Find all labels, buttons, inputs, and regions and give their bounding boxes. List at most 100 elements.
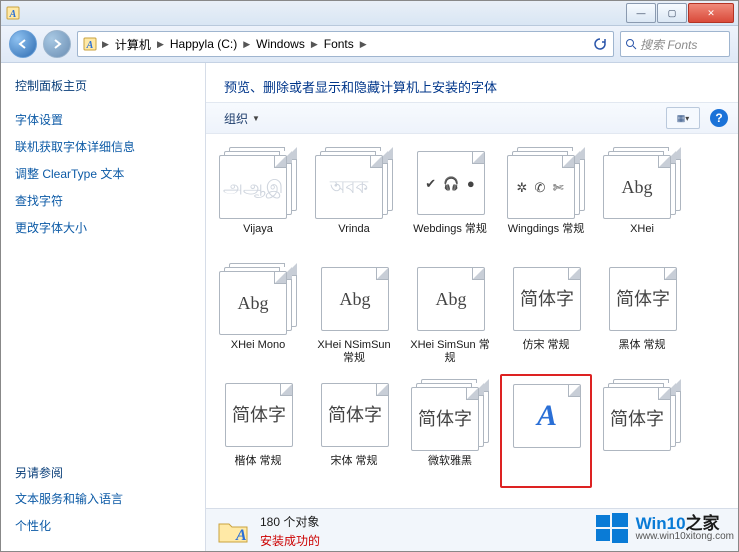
font-preview: 简体字 [520, 290, 574, 308]
font-name-label: 宋体 常规 [330, 455, 377, 481]
sidebar: 控制面板主页 字体设置 联机获取字体详细信息 调整 ClearType 文本 查… [1, 63, 206, 552]
font-thumbnail: ✲ ✆ ✄ [507, 147, 585, 219]
font-name-label: Webdings 常规 [413, 223, 487, 249]
watermark-brand: Win10之家 [636, 515, 734, 532]
font-item[interactable]: 简体字仿宋 常规 [500, 258, 592, 370]
font-thumbnail: 简体字 [603, 263, 681, 335]
breadcrumb-segment[interactable]: Fonts [320, 34, 358, 54]
font-preview: 简体字 [418, 410, 472, 428]
organize-button[interactable]: 组织 ▼ [216, 107, 268, 130]
font-item[interactable]: 简体字楷体 常规 [212, 374, 304, 488]
font-name-label: 仿宋 常规 [522, 339, 569, 365]
object-count-label: 180 个对象 [260, 513, 320, 530]
chevron-right-icon[interactable]: ▶ [102, 39, 109, 50]
main-content: 预览、删除或者显示和隐藏计算机上安装的字体 组织 ▼ ▦ ▾ ? அஆஇ Vija… [206, 63, 738, 552]
refresh-icon [593, 37, 607, 51]
toolbar: 组织 ▼ ▦ ▾ ? [206, 102, 738, 134]
fonts-icon: A [80, 34, 100, 54]
control-panel-home-link[interactable]: 控制面板主页 [15, 77, 191, 94]
breadcrumb-segment[interactable]: Windows [252, 34, 309, 54]
minimize-button[interactable]: — [626, 3, 656, 23]
font-thumbnail: Abg [219, 263, 297, 335]
font-name-label: 微软雅黑 [428, 455, 472, 481]
font-preview: Abg [238, 294, 269, 312]
sidebar-link-font-settings[interactable]: 字体设置 [15, 111, 191, 128]
font-grid-scroll[interactable]: அஆஇ Vijaya অবক Vrinda ✔ 🎧 ● Webdings 常规 ✲ ✆ ✄W… [206, 134, 738, 508]
font-grid: அஆஇ Vijaya অবক Vrinda ✔ 🎧 ● Webdings 常规 ✲ ✆ ✄W… [212, 142, 732, 488]
font-item[interactable]: অবক Vrinda [308, 142, 400, 254]
sidebar-link-find-character[interactable]: 查找字符 [15, 192, 191, 209]
close-button[interactable]: ✕ [688, 3, 734, 23]
window-controls: — ▢ ✕ [626, 3, 734, 23]
font-thumbnail: அஆஇ [219, 147, 297, 219]
sidebar-link-text-services[interactable]: 文本服务和输入语言 [15, 490, 191, 507]
font-preview: A [537, 401, 557, 431]
font-item[interactable]: AbgXHei Mono [212, 258, 304, 370]
font-thumbnail: 简体字 [315, 379, 393, 451]
font-item[interactable]: ✔ 🎧 ● Webdings 常规 [404, 142, 496, 254]
navigation-bar: A ▶ 计算机 ▶ Happyla (C:) ▶ Windows ▶ Fonts… [1, 26, 738, 63]
font-item[interactable]: A [500, 374, 592, 488]
sidebar-link-cleartype[interactable]: 调整 ClearType 文本 [15, 165, 191, 182]
help-button[interactable]: ? [710, 109, 728, 127]
font-thumbnail: 简体字 [507, 263, 585, 335]
font-thumbnail: Abg [315, 263, 393, 335]
chevron-right-icon[interactable]: ▶ [243, 39, 250, 50]
font-item[interactable]: AbgXHei [596, 142, 688, 254]
font-preview: 简体字 [232, 406, 286, 424]
see-also-heading: 另请参阅 [15, 464, 191, 481]
font-item[interactable]: 简体字 [596, 374, 688, 488]
chevron-down-icon: ▼ [252, 114, 260, 123]
font-name-label: Vrinda [338, 223, 369, 249]
font-item[interactable]: Abg XHei SimSun 常规 [404, 258, 496, 370]
breadcrumb-segment[interactable]: 计算机 [111, 34, 155, 54]
font-item[interactable]: அஆஇ Vijaya [212, 142, 304, 254]
font-preview: Abg [436, 290, 467, 308]
explorer-window: A — ▢ ✕ A ▶ 计算机 ▶ Happyla (C:) ▶ Windows… [0, 0, 739, 552]
page-title: 预览、删除或者显示和隐藏计算机上安装的字体 [206, 63, 738, 102]
font-item[interactable]: Abg XHei NSimSun 常规 [308, 258, 400, 370]
install-status-label: 安装成功的 [260, 532, 320, 549]
font-name-label: 楷体 常规 [234, 455, 281, 481]
search-icon [625, 38, 637, 50]
chevron-left-icon [17, 38, 29, 50]
font-item[interactable]: 简体字黑体 常规 [596, 258, 688, 370]
font-preview: ✔ 🎧 ● [425, 177, 476, 190]
sidebar-link-personalization[interactable]: 个性化 [15, 517, 191, 534]
font-thumbnail: Abg [603, 147, 681, 219]
font-thumbnail: Abg [411, 263, 489, 335]
refresh-button[interactable] [589, 33, 611, 55]
font-item[interactable]: ✲ ✆ ✄Wingdings 常规 [500, 142, 592, 254]
svg-text:A: A [9, 9, 17, 20]
address-bar[interactable]: A ▶ 计算机 ▶ Happyla (C:) ▶ Windows ▶ Fonts… [77, 31, 614, 57]
search-placeholder: 搜索 Fonts [640, 36, 697, 53]
font-thumbnail: 简体字 [603, 379, 681, 451]
back-button[interactable] [9, 30, 37, 58]
chevron-right-icon[interactable]: ▶ [360, 39, 367, 50]
svg-text:A: A [235, 527, 247, 544]
sidebar-link-change-size[interactable]: 更改字体大小 [15, 219, 191, 236]
font-preview: அஆஇ [223, 178, 283, 196]
search-input[interactable]: 搜索 Fonts [620, 31, 730, 57]
fonts-icon: A [5, 5, 21, 21]
font-preview: 简体字 [328, 406, 382, 424]
breadcrumb-segment[interactable]: Happyla (C:) [166, 34, 241, 54]
font-name-label: XHei SimSun 常规 [409, 339, 491, 365]
font-preview: 简体字 [616, 290, 670, 308]
chevron-right-icon [51, 38, 63, 50]
font-thumbnail: A [507, 380, 585, 452]
chevron-right-icon[interactable]: ▶ [157, 39, 164, 50]
font-thumbnail: ✔ 🎧 ● [411, 147, 489, 219]
font-item[interactable]: 简体字宋体 常规 [308, 374, 400, 488]
font-thumbnail: 简体字 [219, 379, 297, 451]
sidebar-link-online-fonts[interactable]: 联机获取字体详细信息 [15, 138, 191, 155]
font-name-label: XHei NSimSun 常规 [313, 339, 395, 365]
font-name-label: Vijaya [243, 223, 273, 249]
font-preview: অবক [330, 178, 368, 196]
chevron-right-icon[interactable]: ▶ [311, 39, 318, 50]
maximize-button[interactable]: ▢ [657, 3, 687, 23]
view-options-button[interactable]: ▦ ▾ [666, 107, 700, 129]
forward-button[interactable] [43, 30, 71, 58]
font-item[interactable]: 简体字微软雅黑 [404, 374, 496, 488]
font-thumbnail: অবক [315, 147, 393, 219]
